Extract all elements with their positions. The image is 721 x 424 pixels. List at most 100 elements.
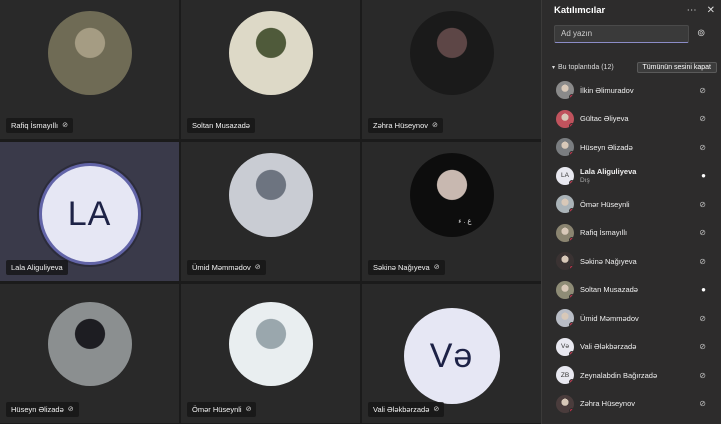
participant-avatar	[228, 153, 313, 237]
participant-row[interactable]: Ümid Məmmədov ⊘	[542, 304, 721, 333]
participant-avatar	[556, 252, 574, 271]
participant-avatar: ع . ﺀ	[409, 153, 494, 237]
participant-row[interactable]: ZB Zeynalabdin Bağırzadə ⊘	[542, 361, 721, 390]
mic-off-icon: ⊘	[62, 122, 68, 129]
mic-off-icon[interactable]: ⊘	[699, 228, 706, 237]
video-tile[interactable]: LA Lala Aliguliyeva	[0, 142, 179, 281]
mic-off-icon[interactable]: ⊘	[699, 342, 706, 351]
video-tile[interactable]: ع . ﺀ Səkinə Nağıyeva ⊘	[362, 142, 541, 281]
participant-row[interactable]: Hüseyn Əlizadə ⊘	[542, 133, 721, 162]
participant-info: Soltan Musazadə	[580, 285, 721, 294]
name-plate: Ömər Hüseynli ⊘	[187, 402, 257, 417]
participant-avatar: LA	[41, 166, 138, 262]
share-invite-icon[interactable]: ⊚	[697, 28, 705, 39]
presence-status-icon	[569, 94, 574, 100]
teams-meeting: Rafiq İsmayıllı ⊘ Soltan Musazadə Zəhra Hüs…	[0, 0, 721, 424]
participant-role: Dış	[580, 177, 590, 185]
photo-watermark: ع . ﺀ	[458, 218, 472, 225]
participant-row[interactable]: LA Lala Aliguliyeva Dış ●	[542, 162, 721, 191]
mic-off-icon: ⊘	[433, 406, 440, 413]
mic-off-icon[interactable]: ⊘	[699, 86, 706, 95]
name-plate: Vali Ələkbərzadə ⊘	[368, 402, 445, 417]
mute-all-button[interactable]: Tümünün sesini kapat	[636, 61, 717, 73]
mic-off-icon[interactable]: ⊘	[699, 200, 706, 209]
participant-avatar	[47, 11, 132, 95]
mic-off-icon: ⊘	[254, 264, 261, 271]
mic-off-icon[interactable]: ⊘	[699, 399, 706, 408]
name-plate: Zəhra Hüseynov ⊘	[368, 118, 443, 133]
name-plate: Hüseyn Əlizadə ⊘	[6, 402, 79, 417]
name-plate: Səkinə Nağıyeva ⊘	[368, 260, 445, 275]
participant-row[interactable]: Zəhra Hüseynov ⊘	[542, 390, 721, 419]
mic-off-icon[interactable]: ⊘	[699, 257, 706, 266]
presence-status-icon	[569, 265, 574, 271]
mic-off-icon: ⊘	[245, 406, 252, 413]
participant-name: Vali Ələkbərzadə	[373, 405, 430, 414]
mic-on-icon[interactable]: ●	[701, 171, 706, 180]
search-input[interactable]: Ad yazın	[554, 25, 689, 43]
participant-row[interactable]: Soltan Musazadə ●	[542, 276, 721, 305]
presence-status-icon	[569, 379, 574, 385]
participant-name: Hüseyn Əlizadə	[11, 405, 64, 414]
more-icon[interactable]: ⋯	[687, 5, 697, 16]
participant-name: Soltan Musazadə	[192, 121, 250, 130]
participant-name: Soltan Musazadə	[580, 285, 638, 295]
participant-avatar	[556, 138, 574, 157]
video-tile[interactable]: Və Vali Ələkbərzadə ⊘	[362, 284, 541, 423]
presence-status-icon	[569, 236, 574, 242]
avatar-photo	[47, 302, 132, 386]
avatar-initials: Və	[429, 336, 474, 375]
participant-avatar: ZB	[556, 366, 574, 385]
video-tile[interactable]: Soltan Musazadə	[181, 0, 360, 139]
video-tile[interactable]: Hüseyn Əlizadə ⊘	[0, 284, 179, 423]
participant-avatar	[556, 109, 574, 128]
avatar-photo	[409, 153, 494, 237]
avatar-photo	[409, 11, 494, 95]
participant-avatar	[228, 11, 313, 95]
participant-row[interactable]: Səkinə Nağıyeva ⊘	[542, 247, 721, 276]
avatar-initials: LA	[67, 194, 112, 233]
participant-row[interactable]: Gültac Əliyeva ⊘	[542, 105, 721, 134]
avatar-photo	[47, 11, 132, 95]
mic-off-icon: ⊘	[432, 122, 438, 129]
mic-off-icon: ⊘	[67, 406, 74, 413]
mic-off-icon[interactable]: ⊘	[699, 314, 706, 323]
participant-avatar: Və	[556, 337, 574, 356]
presence-status-icon	[569, 407, 574, 413]
panel-header: Katılımcılar ⋯ ✕	[542, 0, 721, 20]
presence-status-icon	[569, 151, 574, 157]
participant-row[interactable]: Ömər Hüseynli ⊘	[542, 190, 721, 219]
mic-off-icon: ⊘	[433, 264, 440, 271]
presence-status-icon	[569, 350, 574, 356]
participant-list: İlkin Əlimuradov ⊘ Gültac Əliyeva ⊘ Hüseyn Ə…	[542, 76, 721, 418]
panel-title: Katılımcılar	[554, 4, 606, 16]
participant-name: Ümid Məmmədov	[192, 263, 251, 272]
close-icon[interactable]: ✕	[707, 5, 715, 16]
participant-avatar	[409, 11, 494, 95]
participant-avatar	[228, 302, 313, 386]
presence-status-icon	[569, 293, 574, 299]
participant-name: Zəhra Hüseynov	[373, 121, 429, 130]
section-toggle[interactable]: ▾ Bu toplantıda (12)	[552, 64, 614, 71]
participant-row[interactable]: Rafiq İsmayıllı ⊘	[542, 219, 721, 248]
mic-off-icon[interactable]: ⊘	[699, 371, 706, 380]
participant-row[interactable]: İlkin Əlimuradov ⊘	[542, 76, 721, 105]
video-tile[interactable]: Rafiq İsmayıllı ⊘	[0, 0, 179, 139]
video-tile[interactable]: Zəhra Hüseynov ⊘	[362, 0, 541, 139]
participant-avatar	[556, 309, 574, 328]
participant-row[interactable]: Və Vali Ələkbərzadə ⊘	[542, 333, 721, 362]
participant-avatar	[556, 394, 574, 413]
participant-avatar: Və	[403, 308, 500, 404]
name-plate: Ümid Məmmədov ⊘	[187, 260, 266, 275]
mic-off-icon[interactable]: ⊘	[699, 114, 706, 123]
video-tile[interactable]: Ömər Hüseynli ⊘	[181, 284, 360, 423]
name-plate: Soltan Musazadə	[187, 118, 255, 133]
mic-on-icon[interactable]: ●	[701, 285, 706, 294]
participants-panel: Katılımcılar ⋯ ✕ Ad yazın ⊚ ▾ Bu toplant…	[541, 0, 721, 424]
video-tile[interactable]: Ümid Məmmədov ⊘	[181, 142, 360, 281]
participants-section: ▾ Bu toplantıda (12) Tümünün sesini kapa…	[552, 60, 717, 74]
presence-status-icon	[569, 122, 574, 128]
section-label: Bu toplantıda (12)	[558, 63, 614, 71]
participant-avatar	[556, 280, 574, 299]
mic-off-icon[interactable]: ⊘	[699, 143, 706, 152]
